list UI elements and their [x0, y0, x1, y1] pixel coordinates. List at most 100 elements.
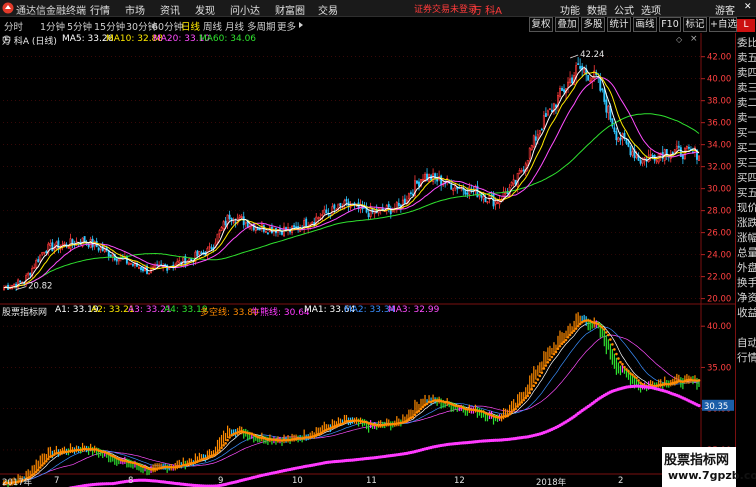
candle-body: [673, 149, 676, 153]
period-15min[interactable]: 15分钟: [94, 19, 125, 33]
kline-chart[interactable]: 20.00 22.00 24.00 26.00 28.00 30.00 32.00 34.00…: [0, 33, 735, 487]
sidebar-item-weibi[interactable]: 委比: [737, 35, 756, 50]
sidebar-item-outer[interactable]: 外盘: [737, 260, 756, 275]
sidebar-item-net-asset[interactable]: 净资: [737, 290, 756, 305]
overlay-button[interactable]: 叠加: [555, 17, 579, 32]
long-short-dot: [554, 350, 558, 354]
date-label: 10: [292, 476, 303, 486]
indicator-bar: [563, 332, 565, 342]
sidebar-item-sell2[interactable]: 卖二: [737, 95, 756, 110]
menu-item-data[interactable]: 数据: [587, 2, 607, 17]
period-1min[interactable]: 1分钟: [40, 19, 65, 33]
date-label: 2017年: [2, 478, 33, 487]
close-icon[interactable]: ✕: [744, 3, 754, 13]
sidebar-badge[interactable]: L: [737, 19, 755, 32]
indicator-tick-label: 35.00: [707, 363, 731, 373]
indicator-bar: [545, 351, 547, 365]
sidebar-item-change[interactable]: 涨跌: [737, 215, 756, 230]
candle-body: [510, 182, 513, 186]
menu-item-wealth-circle[interactable]: 财富圈: [275, 2, 305, 17]
sidebar-item-sell1[interactable]: 卖一: [737, 110, 756, 125]
long-short-dot: [524, 396, 528, 400]
sidebar-item-buy3[interactable]: 买三: [737, 155, 756, 170]
sidebar-item-eps[interactable]: 收益: [737, 305, 756, 320]
period-multi[interactable]: 多周期: [247, 19, 276, 33]
sidebar-item-sell3[interactable]: 卖三: [737, 80, 756, 95]
period-daily[interactable]: 日线: [181, 19, 200, 33]
indicator-bar: [220, 434, 223, 448]
menu-item-market[interactable]: 市场: [125, 2, 145, 17]
candle-body: [109, 254, 112, 257]
sidebar-item-buy5[interactable]: 买五: [737, 185, 756, 200]
sidebar-item-sell5[interactable]: 卖五: [737, 50, 756, 65]
menu-item-ask-xiaoda[interactable]: 问小达: [230, 2, 260, 17]
period-60min[interactable]: 60分钟: [152, 19, 183, 33]
menu-item-functions[interactable]: 功能: [560, 2, 580, 17]
period-5min[interactable]: 5分钟: [67, 19, 92, 33]
candle-body: [379, 207, 382, 211]
candle-body: [607, 105, 610, 114]
menu-item-discover[interactable]: 发现: [195, 2, 215, 17]
long-short-dot: [607, 333, 610, 337]
f10-button[interactable]: F10: [659, 17, 681, 32]
indicator-bar: [422, 398, 424, 407]
long-short-dot: [528, 391, 532, 395]
sidebar-item-volume[interactable]: 总量: [737, 245, 756, 260]
restore-rights-button[interactable]: 复权: [529, 17, 553, 32]
candle-body: [49, 242, 52, 247]
candle-body: [331, 206, 334, 216]
sidebar-item-turnover[interactable]: 换手: [737, 275, 756, 290]
indicator-bar: [621, 364, 624, 373]
long-short-dot: [556, 347, 560, 351]
add-watchlist-button[interactable]: +自选: [709, 17, 737, 32]
candle-body: [283, 226, 285, 237]
indicator-bar: [35, 459, 37, 472]
period-timeshare[interactable]: 分时: [4, 19, 23, 33]
long-short-dot: [609, 338, 612, 341]
draw-line-button[interactable]: 画线: [633, 17, 657, 32]
mark-button[interactable]: 标记: [683, 17, 707, 32]
sidebar-item-buy4[interactable]: 买四: [737, 170, 756, 185]
indicator-bar: [239, 426, 241, 435]
sidebar-item-auto[interactable]: 自动: [737, 335, 756, 350]
multi-stock-button[interactable]: 多股: [581, 17, 605, 32]
period-weekly[interactable]: 周线: [203, 19, 222, 33]
long-short-dot: [514, 407, 517, 411]
sidebar-item-sell4[interactable]: 卖四: [737, 65, 756, 80]
sidebar-item-quotes[interactable]: 行情: [737, 350, 756, 365]
indicator-bar: [674, 376, 676, 386]
app-logo-icon: [2, 2, 14, 14]
menu-item-trade[interactable]: 交易: [318, 2, 338, 17]
long-short-dot: [574, 327, 578, 330]
user-guest[interactable]: 游客: [715, 2, 735, 17]
indicator-bar: [623, 367, 626, 374]
menu-item-quotes[interactable]: 行情: [90, 2, 110, 17]
sidebar-item-buy2[interactable]: 买二: [737, 140, 756, 155]
long-short-dot: [631, 373, 634, 376]
price-tick-label: 36.00: [707, 119, 731, 129]
candle-body: [142, 268, 144, 272]
price-tick-label: 24.00: [707, 251, 731, 261]
menu-item-formula[interactable]: 公式: [614, 2, 634, 17]
long-short-dot: [552, 352, 556, 356]
login-status[interactable]: 证券交易未登录: [414, 2, 477, 15]
price-tick-label: 34.00: [707, 141, 731, 151]
indicator-bar: [543, 351, 545, 368]
candle-body: [528, 147, 531, 159]
chevron-right-icon[interactable]: [297, 21, 305, 29]
indicator-bar: [525, 387, 527, 398]
period-more[interactable]: 更多: [277, 19, 296, 33]
sidebar-item-change-pct[interactable]: 涨幅: [737, 230, 756, 245]
indicator-bar: [557, 335, 559, 350]
candle-body: [27, 272, 30, 276]
sidebar-item-buy1[interactable]: 买一: [737, 125, 756, 140]
long-short-dot: [226, 438, 229, 442]
date-label: 2: [618, 476, 624, 486]
menu-item-options[interactable]: 选项: [641, 2, 661, 17]
menu-item-news[interactable]: 资讯: [160, 2, 180, 17]
long-short-dot: [542, 367, 546, 370]
sidebar-item-price[interactable]: 现价: [737, 200, 756, 215]
price-tick-label: 22.00: [707, 273, 731, 283]
period-monthly[interactable]: 月线: [225, 19, 244, 33]
statistics-button[interactable]: 统计: [607, 17, 631, 32]
